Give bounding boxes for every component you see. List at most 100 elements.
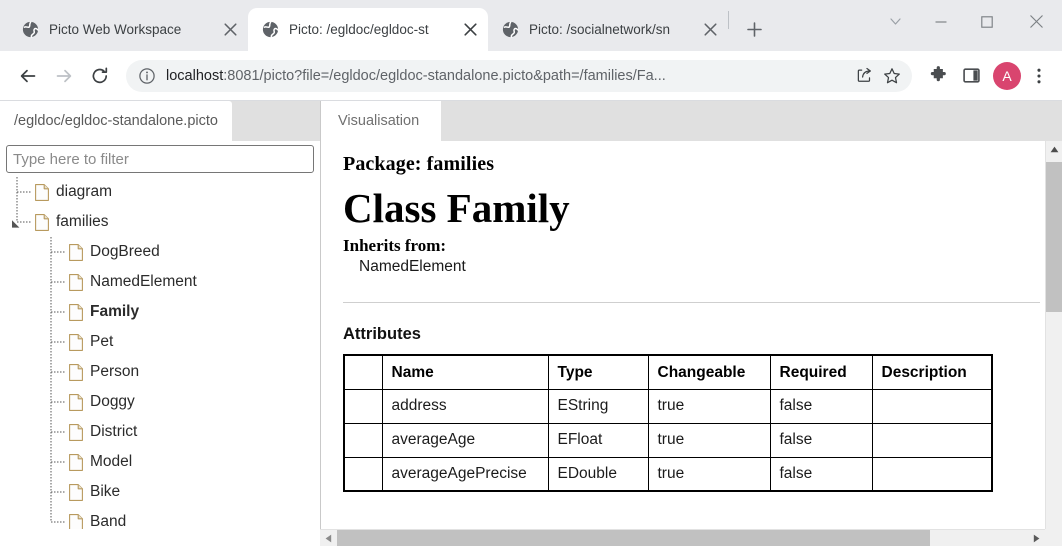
horizontal-scrollbar[interactable] bbox=[320, 529, 1045, 546]
tree-item-diagram[interactable]: diagram bbox=[0, 177, 320, 207]
file-icon bbox=[69, 363, 83, 381]
close-icon[interactable] bbox=[698, 18, 722, 42]
globe-icon bbox=[262, 21, 279, 38]
tree-connector bbox=[0, 357, 320, 387]
close-icon[interactable] bbox=[218, 18, 242, 42]
browser-window: Picto Web Workspace Picto: /egldoc/egldo… bbox=[0, 0, 1062, 546]
avatar[interactable]: A bbox=[993, 61, 1021, 90]
back-arrow-icon[interactable] bbox=[10, 58, 46, 94]
puzzle-icon[interactable] bbox=[923, 61, 953, 91]
chevron-down-icon[interactable] bbox=[872, 0, 918, 43]
table-row: averageAge EFloat true false bbox=[343, 422, 993, 458]
file-icon bbox=[69, 513, 83, 531]
filter-input[interactable] bbox=[6, 145, 314, 173]
left-panel-tab-label: /egldoc/egldoc-standalone.picto bbox=[14, 113, 218, 129]
tree-item-district[interactable]: District bbox=[0, 417, 320, 447]
browser-tab-0[interactable]: Picto Web Workspace bbox=[8, 8, 248, 51]
tree-item-label: Band bbox=[90, 513, 127, 531]
table-cell: false bbox=[769, 456, 873, 492]
table-header-row: Name Type Changeable Required Description bbox=[343, 354, 993, 390]
file-icon bbox=[69, 453, 83, 471]
scroll-up-arrow[interactable] bbox=[1046, 141, 1062, 158]
vertical-scrollbar-thumb[interactable] bbox=[1046, 162, 1062, 312]
file-icon bbox=[35, 213, 49, 231]
address-bar-text: localhost:8081/picto?file=/egldoc/egldoc… bbox=[166, 68, 850, 84]
avatar-initial: A bbox=[1002, 67, 1012, 84]
tree-item-label: Doggy bbox=[90, 393, 135, 411]
table-row: averageAgePrecise EDouble true false bbox=[343, 456, 993, 492]
address-bar[interactable]: localhost:8081/picto?file=/egldoc/egldoc… bbox=[126, 59, 912, 92]
scroll-right-arrow[interactable] bbox=[1028, 530, 1045, 546]
tree-expander-icon[interactable] bbox=[11, 216, 25, 230]
tree-item-family[interactable]: Family bbox=[0, 297, 320, 327]
new-tab-button[interactable] bbox=[739, 14, 769, 44]
file-icon bbox=[35, 183, 49, 201]
tree-item-dogbreed[interactable]: DogBreed bbox=[0, 237, 320, 267]
page-viewport: /egldoc/egldoc-standalone.picto diagram f… bbox=[0, 101, 1062, 546]
side-panel-icon[interactable] bbox=[956, 61, 986, 91]
tree-item-label: District bbox=[90, 423, 138, 441]
document-content: Package: families Class Family Inherits … bbox=[321, 141, 1062, 546]
tree-connector bbox=[0, 327, 320, 357]
star-icon[interactable] bbox=[878, 62, 906, 90]
file-icon bbox=[69, 273, 83, 291]
tree-connector bbox=[0, 477, 320, 507]
browser-tab-2[interactable]: Picto: /socialnetwork/sn bbox=[488, 8, 728, 51]
left-panel-bottom-filler bbox=[0, 529, 320, 546]
file-icon bbox=[69, 483, 83, 501]
close-icon[interactable] bbox=[458, 18, 482, 42]
tab-visualisation[interactable]: Visualisation bbox=[321, 101, 442, 141]
table-cell: false bbox=[769, 388, 873, 424]
file-icon bbox=[69, 243, 83, 261]
scrollbar-corner bbox=[1045, 529, 1062, 546]
browser-tab-1[interactable]: Picto: /egldoc/egldoc-st bbox=[248, 8, 488, 51]
minimize-icon[interactable] bbox=[918, 0, 964, 43]
reload-icon[interactable] bbox=[82, 58, 118, 94]
share-icon[interactable] bbox=[850, 62, 878, 90]
horizontal-scrollbar-thumb[interactable] bbox=[337, 530, 930, 546]
tree-item-label: Bike bbox=[90, 483, 121, 501]
left-panel-tab-row: /egldoc/egldoc-standalone.picto bbox=[0, 101, 320, 141]
file-icon bbox=[69, 423, 83, 441]
tree-item-pet[interactable]: Pet bbox=[0, 327, 320, 357]
tree-item-label: NamedElement bbox=[90, 273, 197, 291]
tree-item-label: Person bbox=[90, 363, 140, 381]
table-header-cell bbox=[343, 354, 383, 390]
table-cell: averageAge bbox=[381, 422, 549, 458]
table-cell bbox=[871, 456, 993, 492]
url-path: :8081/picto?file=/egldoc/egldoc-standalo… bbox=[223, 67, 666, 84]
table-header-cell: Required bbox=[769, 354, 873, 390]
table-cell: true bbox=[647, 422, 771, 458]
table-cell: averageAgePrecise bbox=[381, 456, 549, 492]
file-icon bbox=[69, 333, 83, 351]
tree-item-doggy[interactable]: Doggy bbox=[0, 387, 320, 417]
filter-container bbox=[0, 141, 320, 173]
info-circle-icon[interactable] bbox=[138, 67, 156, 85]
model-tree-panel: /egldoc/egldoc-standalone.picto diagram f… bbox=[0, 101, 320, 546]
table-cell bbox=[343, 388, 383, 424]
tree-connector bbox=[0, 447, 320, 477]
section-divider bbox=[343, 302, 1040, 304]
three-dot-menu-icon[interactable] bbox=[1024, 61, 1054, 91]
inherits-label: Inherits from: bbox=[343, 236, 447, 256]
tree-connector bbox=[0, 297, 320, 327]
tree-connector bbox=[0, 237, 320, 267]
table-cell bbox=[871, 388, 993, 424]
table-cell: false bbox=[769, 422, 873, 458]
table-cell bbox=[871, 422, 993, 458]
tree-item-families[interactable]: families bbox=[0, 207, 320, 237]
tab-separator bbox=[728, 11, 729, 29]
tree-item-model[interactable]: Model bbox=[0, 447, 320, 477]
tree-item-person[interactable]: Person bbox=[0, 357, 320, 387]
maximize-icon[interactable] bbox=[964, 0, 1010, 43]
globe-icon bbox=[22, 21, 39, 38]
vertical-scrollbar[interactable] bbox=[1045, 141, 1062, 546]
forward-arrow-icon bbox=[46, 58, 82, 94]
tree-item-namedelement[interactable]: NamedElement bbox=[0, 267, 320, 297]
table-header-cell: Changeable bbox=[647, 354, 771, 390]
class-heading: Class Family bbox=[343, 185, 570, 231]
close-icon[interactable] bbox=[1010, 0, 1062, 43]
tab-model-file[interactable]: /egldoc/egldoc-standalone.picto bbox=[0, 101, 232, 141]
scroll-left-arrow[interactable] bbox=[320, 530, 337, 546]
tree-item-bike[interactable]: Bike bbox=[0, 477, 320, 507]
